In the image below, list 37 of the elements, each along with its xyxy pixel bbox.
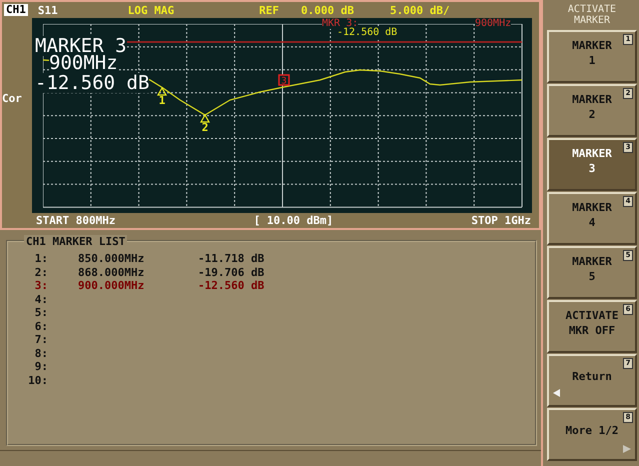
marker-index: 2: (34, 266, 48, 279)
marker-value: -19.706 dB (198, 266, 266, 279)
start-frequency: START 800MHz (36, 214, 116, 227)
correction-label: Cor (2, 92, 22, 106)
marker-index: 10: (27, 374, 48, 387)
format-label: LOG MAG (128, 4, 174, 16)
marker-frequency: 900.000MHz (77, 279, 146, 292)
marker-index: 8: (34, 346, 48, 360)
marker-readout-value: -12.560 dB (337, 27, 398, 38)
marker-index: 7: (34, 333, 48, 346)
source-power: [ 10.00 dBm] (254, 214, 334, 227)
channel-label: CH1 (4, 4, 28, 16)
marker-frequency: 868.000MHz (77, 266, 146, 279)
active-marker-value: -12.560 dB (35, 73, 150, 93)
active-marker-frequency: 900MHz (49, 53, 118, 73)
marker-value: -11.718 dB (198, 252, 266, 266)
marker-symbol: 3 (278, 74, 290, 86)
marker-readout-frequency: 900MHz (475, 18, 512, 29)
softkey-menu-title: ACTIVATE MARKER (566, 3, 618, 28)
marker-readout-label: MKR 3: (322, 18, 358, 29)
marker-index: 1: (34, 252, 48, 266)
scale-value: 5.000 dB/ (390, 4, 450, 16)
stop-frequency: STOP 1GHz (471, 214, 531, 227)
marker-index: 3: (34, 279, 48, 292)
marker-index: 4: (34, 292, 48, 306)
ref-label: REF (259, 4, 279, 16)
marker-frequency: 850.000MHz (77, 252, 146, 266)
marker-value: -12.560 dB (198, 279, 266, 292)
left-triangle-icon (553, 389, 560, 397)
ref-value: 0.000 dB (300, 4, 354, 16)
marker-index: 6: (34, 320, 48, 333)
marker-list-title: CH1 MARKER LIST (24, 235, 128, 248)
parameter-label: S11 (38, 4, 58, 16)
right-triangle-icon (623, 445, 631, 453)
marker-index: 5: (34, 306, 48, 320)
active-marker-title: MARKER 3 (35, 36, 127, 56)
marker-index: 9: (34, 360, 48, 374)
